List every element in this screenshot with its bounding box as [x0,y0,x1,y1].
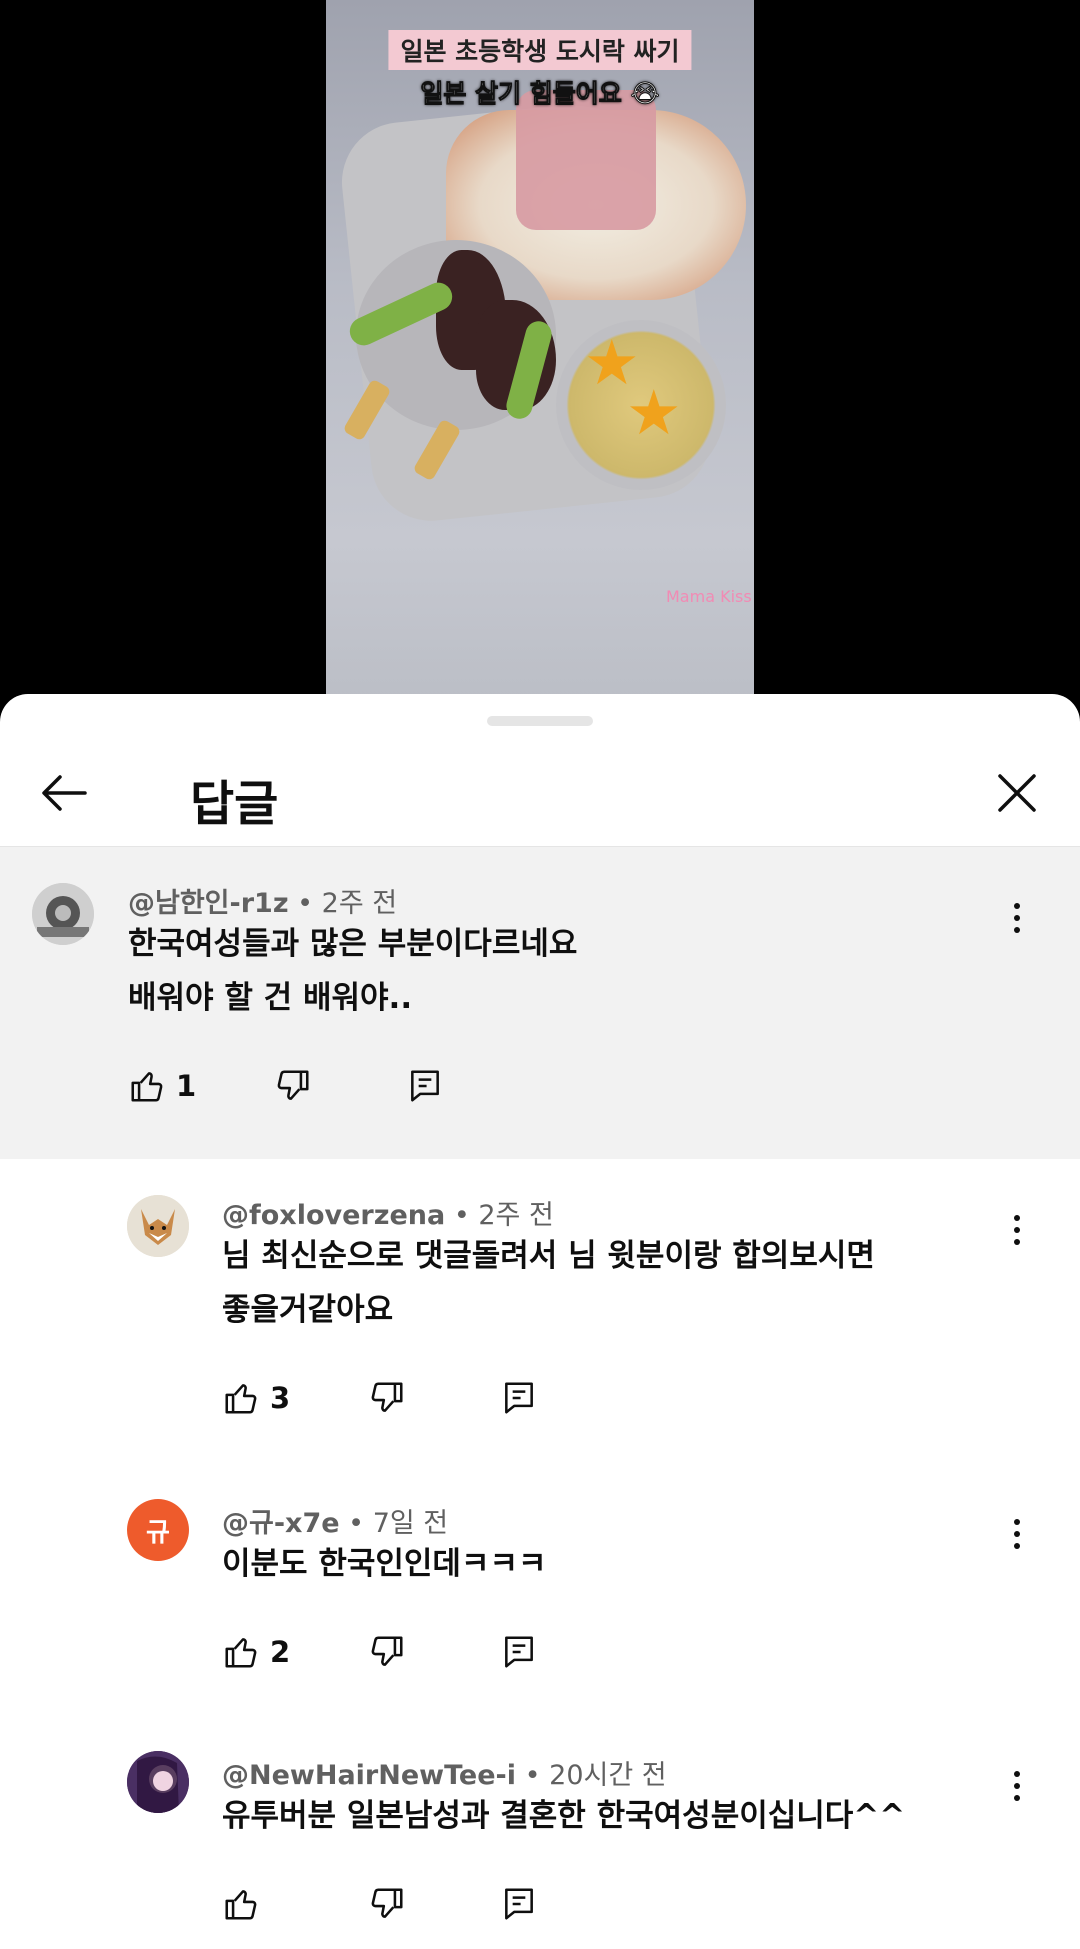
comment-text: 님 최신순으로 댓글돌려서 님 윗분이랑 합의보시면 좋을거같아요 [222,1229,875,1337]
comment-text: 한국여성들과 많은 부분이다르네요 배워야 할 건 배워야.. [128,917,577,1025]
like-button[interactable]: 2 [222,1627,290,1677]
like-count: 2 [270,1635,291,1669]
avatar-photo-icon [127,1751,189,1813]
arrow-left-icon [42,775,87,811]
comment-meta: @NewHairNewTee-i • 20시간 전 [222,1753,667,1792]
replies-sheet: 답글 @남한인-r1z • 2주 전 한국여성들과 많은 부분이다르네요 배워야… [0,694,1080,1949]
thumb-up-icon [225,1890,257,1920]
reply-comment: @NewHairNewTee-i • 20시간 전 유투버분 일본남성과 결혼한… [0,1721,1080,1949]
comment-meta: @남한인-r1z • 2주 전 [128,881,397,920]
comment-text-line: 좋을거같아요 [222,1292,394,1328]
comment-time: 2주 전 [478,1200,554,1231]
comment-actions [222,1879,602,1939]
parent-comment: @남한인-r1z • 2주 전 한국여성들과 많은 부분이다르네요 배워야 할 … [0,847,1080,1159]
comment-time: 7일 전 [372,1508,449,1539]
video-caption-subtitle: 일본 살기 힘들어요 😭 [420,79,660,109]
thumb-up-icon [131,1072,163,1102]
avatar[interactable] [127,1751,189,1813]
comment-text-line: 님 최신순으로 댓글돌려서 님 윗분이랑 합의보시면 [222,1238,875,1274]
close-button[interactable] [982,758,1052,828]
reply-comment: 규 @규-x7e • 7일 전 이분도 한국인인데ㅋㅋㅋ 2 [0,1469,1080,1721]
close-icon [998,774,1036,812]
more-vert-icon [1014,903,1020,909]
sheet-header: 답글 [0,734,1080,847]
video-frame[interactable]: ★ ★ 일본 초등학생 도시락 싸기 일본 살기 힘들어요 😭 Mama Kis… [326,0,754,720]
dislike-button[interactable] [368,1627,406,1677]
dislike-button[interactable] [368,1373,406,1423]
thumb-up-icon [225,1638,257,1668]
more-options-button[interactable] [1002,1205,1032,1255]
thumb-down-icon [371,1382,403,1412]
comment-actions: 2 [222,1627,602,1687]
back-button[interactable] [30,758,100,828]
more-vert-icon [1014,1215,1020,1221]
comment-reply-icon [505,1636,533,1668]
more-options-button[interactable] [1002,893,1032,943]
sheet-title: 답글 [190,776,279,832]
more-options-button[interactable] [1002,1761,1032,1811]
comment-text: 유투버분 일본남성과 결혼한 한국여성분이십니다^^ [222,1789,905,1843]
meta-separator: • [348,1508,365,1539]
meta-separator: • [453,1200,470,1231]
thumb-up-icon [225,1384,257,1414]
comment-meta: @foxloverzena • 2주 전 [222,1193,554,1232]
comment-text-line: 이분도 한국인인데ㅋㅋㅋ [222,1546,547,1582]
reply-button[interactable] [500,1627,538,1677]
comment-author[interactable]: @규-x7e [222,1508,340,1539]
star-egg: ★ [626,376,682,449]
comment-text-line: 유투버분 일본남성과 결혼한 한국여성분이십니다^^ [222,1798,906,1834]
avatar[interactable]: 규 [127,1499,189,1561]
avatar-initial: 규 [146,1517,170,1548]
dislike-button[interactable] [274,1061,312,1111]
comment-author[interactable]: @foxloverzena [222,1200,445,1231]
comment-time: 2주 전 [321,888,398,919]
more-options-button[interactable] [1002,1509,1032,1559]
more-vert-icon [1014,1771,1020,1777]
like-count: 1 [176,1069,197,1103]
like-button[interactable] [222,1879,270,1929]
meta-separator: • [297,888,314,919]
video-watermark: Mama Kiss [666,587,752,606]
comment-author[interactable]: @남한인-r1z [128,888,289,919]
reply-button[interactable] [406,1061,444,1111]
comment-text: 이분도 한국인인데ㅋㅋㅋ [222,1537,547,1591]
comment-text-line: 한국여성들과 많은 부분이다르네요 [128,926,578,962]
comment-actions: 3 [222,1373,602,1433]
comment-text-line: 배워야 할 건 배워야.. [128,980,413,1016]
comment-actions: 1 [128,1061,508,1121]
comment-author[interactable]: @NewHairNewTee-i [222,1760,516,1791]
like-count: 3 [270,1381,291,1415]
like-button[interactable]: 1 [128,1061,196,1111]
avatar[interactable] [127,1195,189,1257]
thumb-down-icon [277,1070,309,1100]
more-vert-icon [1014,1519,1020,1525]
fox-avatar-icon [127,1195,189,1257]
thumb-down-icon [371,1636,403,1666]
drag-handle[interactable] [487,716,593,726]
comment-reply-icon [505,1888,533,1920]
avatar-photo-icon [32,883,94,945]
dislike-button[interactable] [368,1879,406,1929]
comment-meta: @규-x7e • 7일 전 [222,1501,448,1540]
comment-time: 20시간 전 [549,1760,667,1791]
meta-separator: • [524,1760,541,1791]
reply-comment: @foxloverzena • 2주 전 님 최신순으로 댓글돌려서 님 윗분이… [0,1159,1080,1469]
thumb-down-icon [371,1888,403,1918]
comment-reply-icon [411,1070,439,1102]
reply-button[interactable] [500,1879,538,1929]
reply-button[interactable] [500,1373,538,1423]
comment-reply-icon [505,1382,533,1414]
avatar[interactable] [32,883,94,945]
video-player[interactable]: ★ ★ 일본 초등학생 도시락 싸기 일본 살기 힘들어요 😭 Mama Kis… [0,0,1080,720]
like-button[interactable]: 3 [222,1373,290,1423]
video-caption-title: 일본 초등학생 도시락 싸기 [388,30,692,70]
